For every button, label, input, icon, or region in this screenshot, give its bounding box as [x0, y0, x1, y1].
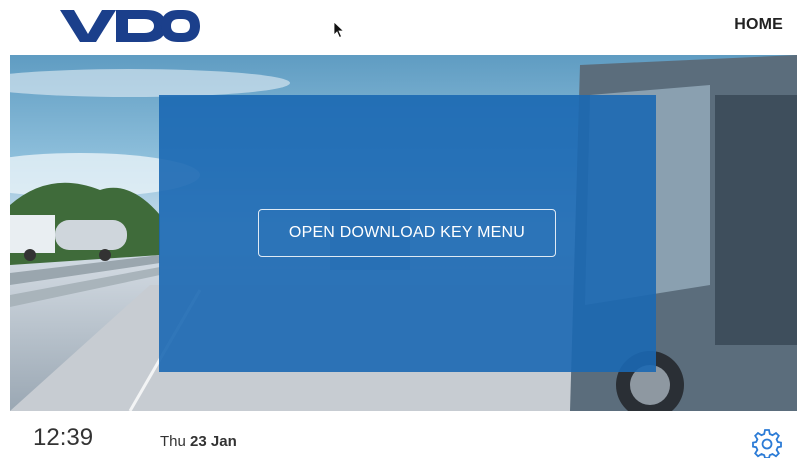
clock-time: 12:39 — [33, 424, 94, 451]
current-date: Thu 23 Jan — [160, 433, 237, 450]
home-link[interactable]: HOME — [734, 16, 783, 34]
open-download-key-menu-button[interactable]: OPEN DOWNLOAD KEY MENU — [258, 209, 556, 257]
status-bar: 12:39 Thu 23 Jan — [0, 411, 797, 458]
mouse-cursor-icon — [333, 21, 345, 39]
weekday: Thu — [160, 433, 186, 450]
day-month: 23 Jan — [190, 433, 237, 450]
header: HOME — [0, 0, 797, 55]
vdo-logo — [60, 10, 200, 42]
gear-icon[interactable] — [752, 428, 782, 458]
